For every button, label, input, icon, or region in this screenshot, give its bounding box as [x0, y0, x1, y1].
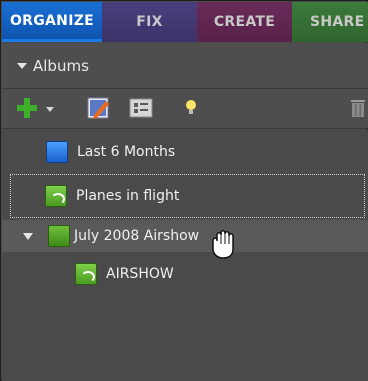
expand-triangle-icon[interactable] [23, 232, 33, 240]
albums-title: Albums [33, 56, 89, 75]
album-blue-icon [46, 141, 68, 163]
smart-album-icon [75, 263, 97, 285]
trash-icon[interactable] [348, 95, 368, 121]
albums-panel-window: ORGANIZE FIX CREATE SHARE Albums Last 6 … [0, 0, 368, 381]
workspace-tabs: ORGANIZE FIX CREATE SHARE [2, 2, 368, 42]
album-item-planes-in-flight[interactable]: Planes in flight [10, 174, 365, 218]
album-item-july-2008-airshow[interactable]: July 2008 Airshow [2, 220, 368, 252]
chevron-down-icon[interactable] [44, 95, 56, 121]
album-label: Planes in flight [76, 188, 180, 204]
tab-share[interactable]: SHARE [292, 2, 368, 42]
organizer-icon[interactable] [128, 95, 154, 121]
add-icon[interactable] [14, 95, 40, 121]
album-group-icon [48, 225, 70, 247]
album-item-airshow[interactable]: AIRSHOW [2, 254, 368, 294]
albums-toolbar [2, 89, 368, 129]
album-list: Last 6 Months Planes in flight July 2008… [2, 130, 368, 381]
smart-album-icon [45, 185, 67, 207]
album-label: July 2008 Airshow [74, 228, 200, 244]
edit-icon[interactable] [86, 95, 112, 121]
hand-cursor-icon [212, 230, 234, 259]
album-item-last-6-months[interactable]: Last 6 Months [2, 132, 368, 172]
tab-organize[interactable]: ORGANIZE [2, 2, 102, 42]
tab-create[interactable]: CREATE [197, 2, 292, 42]
albums-section-header[interactable]: Albums [2, 43, 368, 89]
collapse-triangle-icon[interactable] [17, 62, 27, 69]
tab-fix[interactable]: FIX [102, 2, 197, 42]
album-label: AIRSHOW [106, 266, 174, 282]
lightbulb-icon[interactable] [178, 95, 204, 121]
album-label: Last 6 Months [77, 144, 176, 160]
